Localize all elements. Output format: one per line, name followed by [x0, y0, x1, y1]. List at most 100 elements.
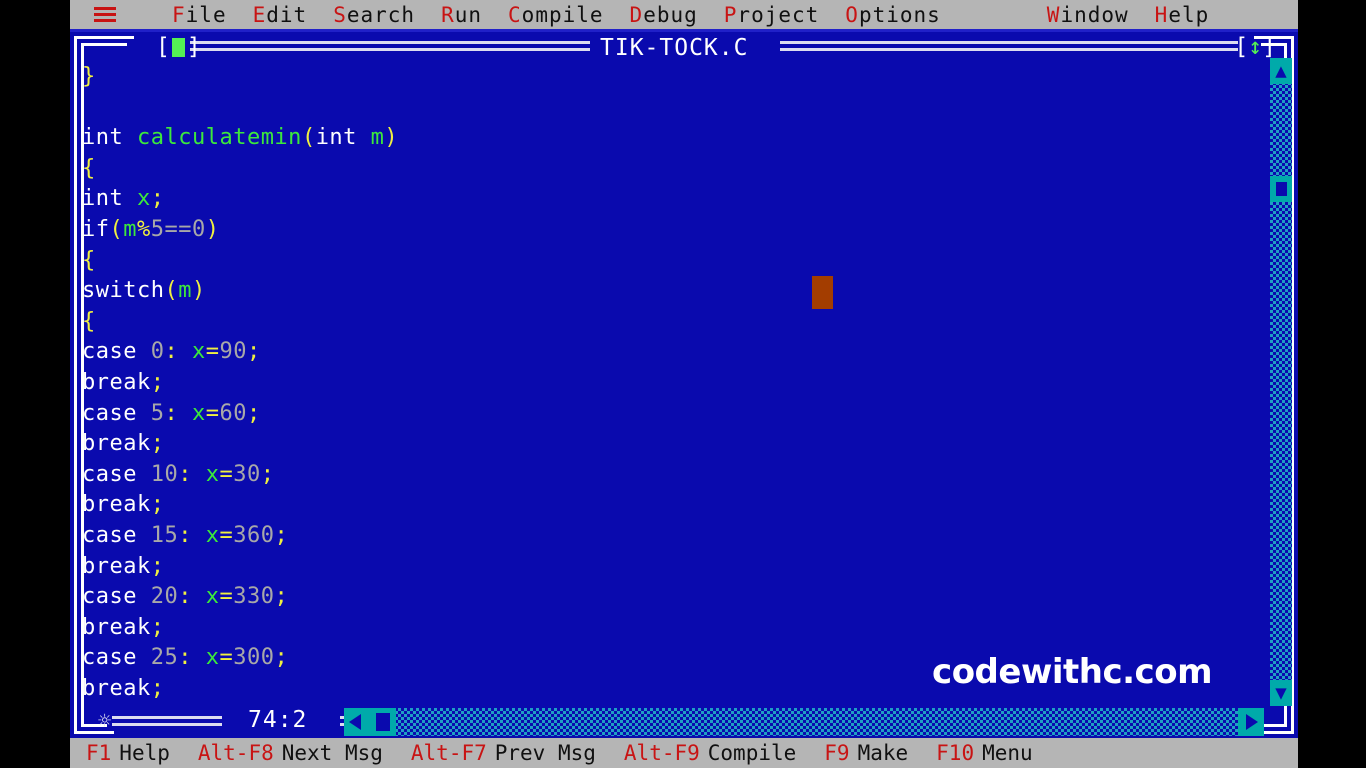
code-token: %: [137, 216, 151, 242]
code-token: int: [82, 125, 137, 151]
window-title: TIK-TOCK.C: [600, 35, 749, 61]
code-token: ;: [260, 461, 275, 487]
menu-item-project[interactable]: Project: [724, 3, 820, 27]
window-close-box[interactable]: []: [156, 34, 201, 60]
title-dash-right-1: [780, 41, 1238, 44]
menu-item-hotkey: H: [1154, 2, 1169, 27]
menu-item-hotkey: C: [508, 2, 522, 27]
code-line: switch(m): [82, 276, 1262, 307]
code-token: :: [178, 584, 192, 610]
fkey-f9[interactable]: F9 Make: [810, 741, 922, 765]
code-token: ): [191, 278, 206, 304]
code-token: {: [82, 155, 96, 181]
code-token: 5: [150, 400, 165, 426]
code-line: case 15: x=360;: [82, 521, 1262, 552]
watermark-text: codewithc.com: [932, 652, 1212, 692]
function-key-bar: F1 Help Alt-F8 Next Msg Alt-F7 Prev Msg Alt-F9…: [70, 738, 1298, 768]
system-menu-hamburger-icon[interactable]: [94, 4, 116, 25]
code-token: :: [178, 461, 192, 487]
menu-item-debug[interactable]: Debug: [630, 3, 698, 27]
code-token: }: [82, 64, 96, 89]
code-token: ;: [274, 645, 289, 671]
fkey-description: Next Msg: [281, 741, 383, 765]
code-token: if: [82, 216, 110, 242]
code-line: case 5: x=60;: [82, 399, 1262, 430]
code-token: case: [82, 461, 151, 487]
code-line: int calculatemin(int m): [82, 123, 1262, 154]
scroll-right-arrow-icon[interactable]: [1238, 708, 1264, 736]
menu-item-file[interactable]: File: [172, 3, 227, 27]
fkey-description: Compile: [707, 741, 797, 765]
code-token: 60: [219, 400, 247, 426]
scroll-down-arrow-icon[interactable]: ▼: [1270, 680, 1292, 706]
vertical-scrollbar-thumb[interactable]: [1270, 176, 1292, 202]
code-token: ;: [246, 339, 261, 365]
window-title-bar[interactable]: [] TIK-TOCK.C [↕]: [70, 32, 1298, 62]
fkey-f10[interactable]: F10 Menu: [922, 741, 1047, 765]
menu-items-right: Window Help: [1023, 3, 1235, 27]
code-token: =: [219, 584, 234, 610]
code-token: 15: [150, 522, 179, 548]
code-token: :: [164, 339, 179, 365]
window-zoom-box[interactable]: [↕]: [1234, 34, 1276, 60]
menu-item-search[interactable]: Search: [333, 3, 415, 27]
scroll-left-arrow-icon[interactable]: [344, 708, 370, 736]
code-line: {: [82, 307, 1262, 338]
vertical-scrollbar[interactable]: ▲ ▼: [1270, 58, 1292, 706]
menu-item-hotkey: E: [252, 2, 267, 27]
fkey-f1[interactable]: F1 Help: [70, 741, 184, 765]
code-token: x: [191, 400, 206, 426]
code-token: =: [205, 400, 220, 426]
scroll-up-arrow-icon[interactable]: ▲: [1270, 58, 1292, 84]
menu-item-options[interactable]: Options: [845, 3, 941, 27]
code-token: =: [219, 461, 234, 487]
fkey-alt-f9[interactable]: Alt-F9 Compile: [610, 741, 810, 765]
code-editor-text-area[interactable]: } int calculatemin(int m){int x; if(m%5==…: [82, 62, 1262, 702]
menu-item-compile[interactable]: Compile: [508, 3, 604, 27]
menu-item-run[interactable]: Run: [441, 3, 482, 27]
menu-item-edit[interactable]: Edit: [253, 3, 308, 27]
code-line: case 0: x=90;: [82, 337, 1262, 368]
code-token: =: [219, 645, 234, 671]
code-token: ==: [164, 216, 192, 242]
code-token: =: [219, 522, 234, 548]
code-line: case 10: x=30;: [82, 460, 1262, 491]
horizontal-scrollbar-thumb[interactable]: [370, 708, 396, 736]
resize-corner-icon[interactable]: ☼: [98, 709, 111, 734]
menu-item-hotkey: D: [629, 2, 644, 27]
fkey-description: Prev Msg: [494, 741, 596, 765]
code-token: calculatemin: [136, 125, 302, 151]
code-token: 360: [233, 522, 275, 548]
fkey-alt-f7[interactable]: Alt-F7 Prev Msg: [397, 741, 610, 765]
title-dash-left-1: [190, 41, 590, 44]
code-token: ): [384, 125, 399, 151]
code-token: ;: [150, 186, 165, 212]
menu-item-help[interactable]: Help: [1155, 3, 1210, 27]
menu-bar: File Edit Search Run Compile Debug Project Opti…: [70, 0, 1298, 29]
code-line: int x;: [82, 184, 1262, 215]
code-token: ;: [150, 675, 165, 701]
code-token: 25: [150, 645, 179, 671]
code-line: break;: [82, 429, 1262, 460]
fkey-alt-f8[interactable]: Alt-F8 Next Msg: [184, 741, 397, 765]
code-token: break: [82, 431, 151, 457]
code-token: :: [178, 645, 192, 671]
code-token: ): [205, 216, 220, 242]
mouse-cursor-block: [812, 276, 833, 309]
fkey-description: Make: [857, 741, 909, 765]
code-token: (: [109, 216, 124, 242]
code-token: ;: [150, 369, 165, 395]
horizontal-scrollbar[interactable]: [344, 708, 1264, 736]
code-token: 10: [150, 461, 179, 487]
fkey-key-label: Alt-F9: [623, 741, 700, 765]
menu-item-window[interactable]: Window: [1047, 3, 1129, 27]
code-token: case: [82, 339, 151, 365]
code-token: ;: [246, 400, 261, 426]
code-token: x: [205, 522, 220, 548]
